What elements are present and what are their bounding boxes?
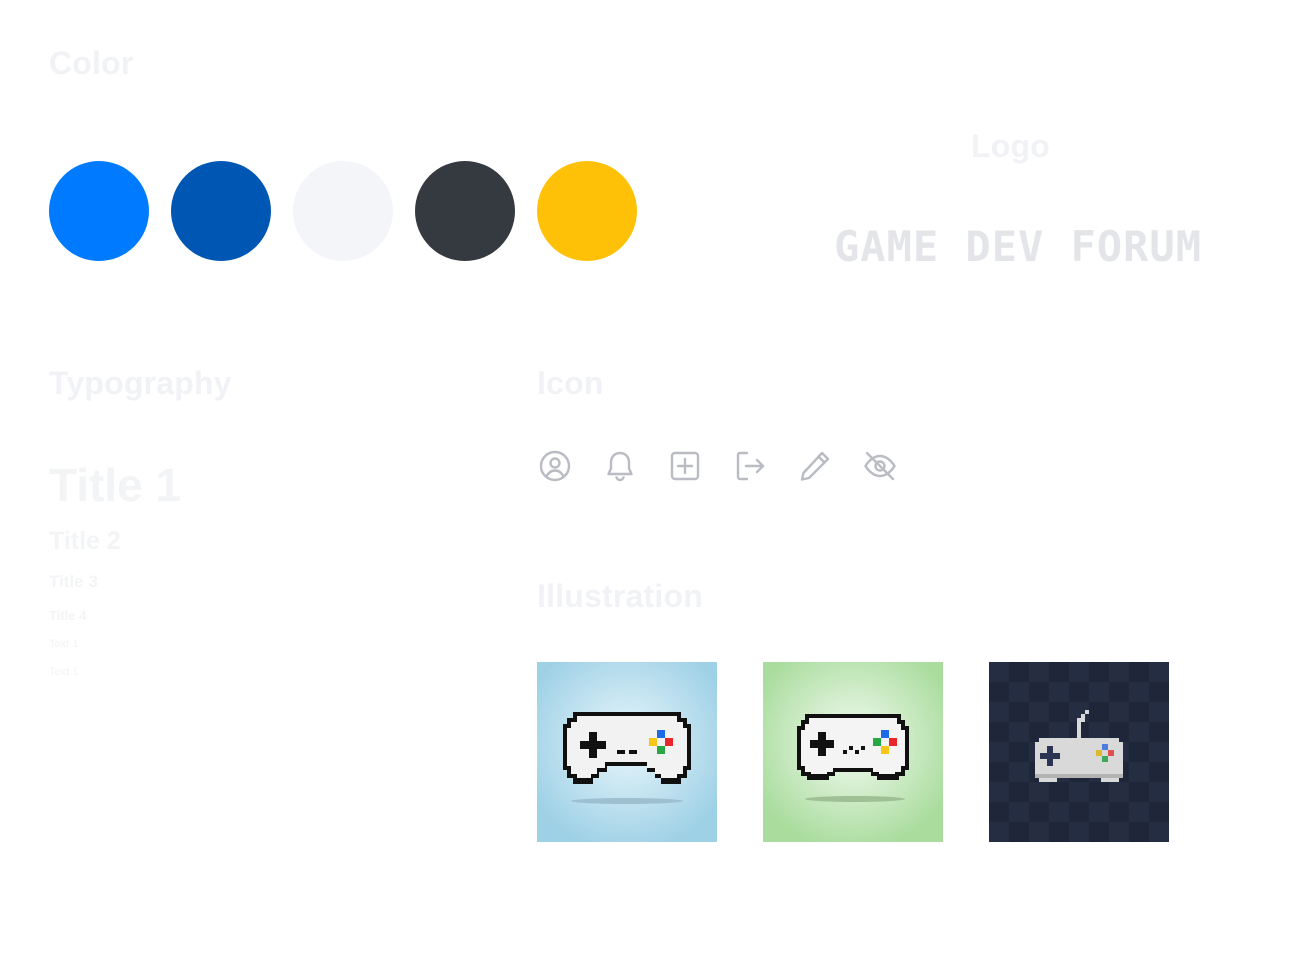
section-title-logo: Logo [971, 128, 1050, 164]
user-circle-icon [537, 448, 573, 484]
typography-text-2: Text 1 [49, 666, 79, 678]
section-title-illustration: Illustration [537, 578, 703, 614]
color-swatch-primary [49, 161, 149, 261]
logout-icon [732, 448, 768, 484]
plus-square-icon [667, 448, 703, 484]
typography-text-1: Text 1 [49, 638, 79, 650]
bell-icon [602, 448, 638, 484]
illustration-gamepad-dark [989, 662, 1169, 842]
color-swatch-light [293, 161, 393, 261]
typography-title-1: Title 1 [49, 459, 182, 511]
illustration-gamepad-green [763, 662, 943, 842]
pencil-icon [797, 448, 833, 484]
typography-title-4: Title 4 [49, 608, 87, 623]
eye-off-icon [862, 448, 898, 484]
color-swatch-dark [415, 161, 515, 261]
typography-title-2: Title 2 [49, 527, 121, 555]
logo-wordmark: GAME DEV FORUM [834, 222, 1203, 271]
color-swatch-primary-dark [171, 161, 271, 261]
section-title-typography: Typography [49, 365, 232, 401]
section-title-color: Color [49, 45, 134, 81]
illustration-gamepad-blue [537, 662, 717, 842]
typography-title-3: Title 3 [49, 572, 98, 591]
section-title-icon: Icon [537, 365, 604, 401]
color-swatch-accent [537, 161, 637, 261]
